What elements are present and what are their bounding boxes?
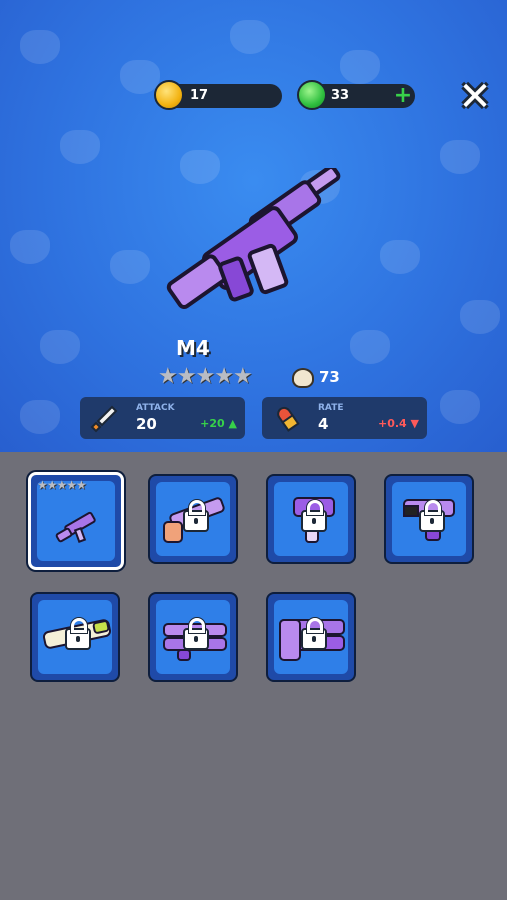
lock-icon — [65, 618, 91, 650]
rate-delta-value: +0.4 — [377, 417, 407, 430]
inventory-slot-minigun[interactable] — [148, 592, 238, 682]
skull-icon — [292, 367, 314, 388]
inventory-slot-m4[interactable]: ★★★★★ — [28, 472, 124, 570]
lock-icon — [183, 618, 209, 650]
coin-counter: 17 — [154, 80, 282, 110]
gem-icon — [297, 80, 327, 110]
inventory-slot-uzi[interactable] — [266, 474, 356, 564]
arrow-up-icon: ▲ — [228, 417, 237, 430]
weapon-detail-panel: 17 33 + ✕ M4 ★★★★★ 73 ATTACK 20 +20 ▲ RA… — [0, 0, 507, 452]
lock-icon — [301, 500, 327, 532]
star-icon: ★ — [232, 364, 253, 389]
inventory-slot-rocket-launcher[interactable] — [30, 592, 120, 682]
inventory-slot-pistol[interactable] — [384, 474, 474, 564]
add-gems-button[interactable]: + — [393, 85, 413, 107]
star-icon: ★ — [214, 364, 234, 389]
coin-icon — [154, 80, 184, 110]
m4-weapon-image — [166, 168, 341, 309]
rate-value: 4 — [318, 415, 329, 433]
star-icon: ★ — [158, 364, 178, 389]
sword-icon — [90, 405, 118, 433]
close-button[interactable]: ✕ — [456, 77, 494, 117]
attack-label: ATTACK — [136, 403, 175, 413]
lock-icon — [183, 500, 209, 532]
rate-stat: RATE 4 +0.4 ▼ — [262, 397, 427, 439]
lock-icon — [301, 618, 327, 650]
arrow-down-icon: ▼ — [410, 417, 419, 430]
inventory-slot-shotgun[interactable] — [148, 474, 238, 564]
slot-star-rating: ★★★★★ — [37, 478, 87, 492]
close-icon: ✕ — [458, 74, 492, 120]
attack-stat: ATTACK 20 +20 ▲ — [80, 397, 245, 439]
gem-amount: 33 — [331, 88, 350, 103]
weapon-name: M4 — [176, 336, 210, 360]
kill-count-value: 73 — [319, 368, 340, 386]
star-icon: ★ — [176, 364, 197, 389]
kill-count: 73 — [292, 366, 340, 388]
coin-amount: 17 — [190, 88, 209, 103]
lock-icon — [419, 500, 445, 532]
bullet-icon — [277, 406, 300, 432]
attack-value: 20 — [136, 415, 157, 433]
rate-label: RATE — [318, 403, 344, 413]
attack-delta-value: +20 — [200, 417, 225, 430]
m4-icon — [55, 511, 96, 543]
star-icon: ★ — [195, 364, 216, 389]
attack-delta: +20 ▲ — [200, 417, 237, 430]
weapon-star-rating: ★★★★★ — [158, 364, 253, 389]
gem-counter: 33 + — [297, 80, 415, 110]
rate-delta: +0.4 ▼ — [378, 417, 419, 430]
inventory-slot-heavy-minigun[interactable] — [266, 592, 356, 682]
